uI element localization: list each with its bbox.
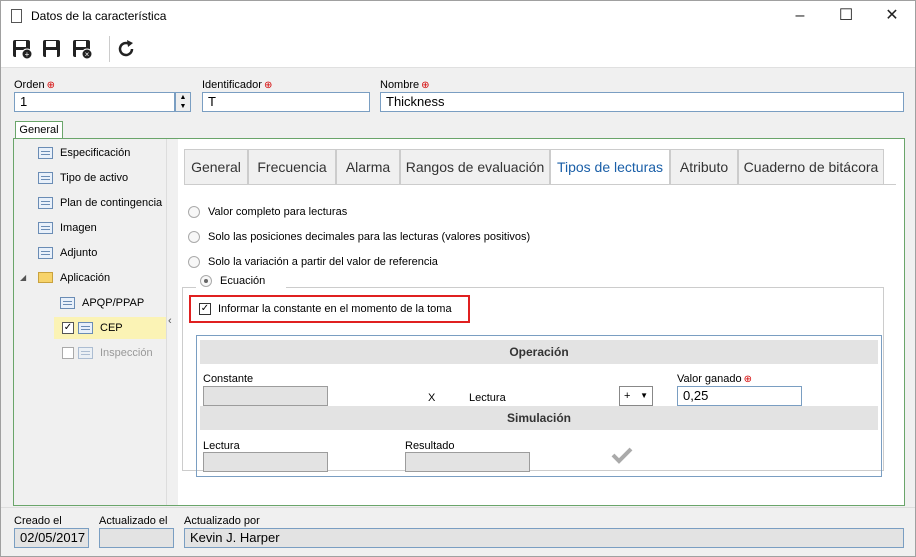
required-icon: ⊕ [263, 80, 273, 91]
checkbox-checked-icon[interactable]: ✓ [199, 303, 211, 315]
document-icon [38, 147, 53, 159]
tab-atributo[interactable]: Atributo [670, 149, 738, 185]
save-close-icon[interactable]: × [71, 38, 93, 60]
sim-lectura-label: Lectura [203, 440, 240, 452]
document-icon [60, 297, 75, 309]
minimize-button[interactable]: – [777, 1, 823, 31]
tree-nav: Especificación Tipo de activo Plan de co… [14, 139, 166, 505]
document-icon [78, 347, 93, 359]
content-area: General Frecuencia Alarma Rangos de eval… [178, 139, 904, 505]
tree-item-inspeccion[interactable]: Inspección [62, 342, 166, 364]
identificador-label: Identificador ⊕ [202, 79, 273, 91]
informar-constante-label: Informar la constante en el momento de l… [218, 303, 452, 315]
svg-text:+: + [25, 50, 30, 59]
required-icon: ⊕ [421, 80, 430, 91]
tab-general[interactable]: General [184, 149, 248, 185]
title-bar: Datos de la característica – ☐ ✕ [1, 1, 915, 31]
tree-item-adjunto[interactable]: Adjunto [38, 242, 166, 264]
radio-icon[interactable] [188, 206, 200, 218]
constante-label: Constante [203, 373, 254, 385]
chevron-left-icon[interactable]: ‹ [168, 315, 172, 327]
chevron-down-icon: ▼ [640, 391, 648, 400]
sim-lectura-input[interactable] [203, 452, 328, 472]
nombre-input[interactable]: Thickness [380, 92, 904, 112]
tab-divider [184, 184, 896, 185]
actualizado-input[interactable] [99, 528, 174, 548]
required-icon: ⊕ [46, 80, 55, 91]
actualizado-label: Actualizado el [99, 515, 168, 527]
multiply-label: X [428, 392, 436, 404]
resultado-label: Resultado [405, 440, 455, 452]
radio-selected-icon[interactable] [200, 275, 212, 287]
maximize-button[interactable]: ☐ [823, 1, 869, 31]
save-new-icon[interactable]: + [11, 38, 33, 60]
collapse-panel-handle[interactable]: ‹ [166, 139, 178, 505]
actualizado-por-label: Actualizado por [184, 515, 260, 527]
lectura-label: Lectura [469, 392, 506, 404]
collapse-arrow-icon[interactable]: ◢ [20, 267, 26, 289]
document-icon [38, 222, 53, 234]
orden-stepper[interactable]: ▲ ▼ [175, 92, 191, 112]
tree-item-apqp[interactable]: APQP/PPAP [60, 292, 166, 314]
checkbox-checked-icon[interactable]: ✓ [62, 322, 74, 334]
radio-icon[interactable] [188, 231, 200, 243]
resultado-input[interactable] [405, 452, 530, 472]
svg-text:×: × [85, 50, 90, 59]
tree-item-tipo-activo[interactable]: Tipo de activo [38, 167, 166, 189]
tree-item-plan-contingencia[interactable]: Plan de contingencia [38, 192, 166, 214]
tab-general-outer[interactable]: General [15, 121, 63, 139]
radio-icon[interactable] [188, 256, 200, 268]
tree-item-cep[interactable]: ✓ CEP [54, 317, 166, 339]
checkmark-icon[interactable] [611, 446, 633, 464]
operator-select[interactable]: + ▼ [619, 386, 653, 406]
document-icon [78, 322, 93, 334]
valor-ganado-label: Valor ganado ⊕ [677, 373, 753, 385]
tab-tipos-lecturas[interactable]: Tipos de lecturas [550, 149, 670, 185]
constante-input[interactable] [203, 386, 328, 406]
tree-item-aplicacion[interactable]: ◢ Aplicación [20, 267, 166, 289]
toolbar: + × [1, 32, 915, 66]
identificador-input[interactable]: T [202, 92, 370, 112]
close-button[interactable]: ✕ [869, 1, 915, 31]
tab-cuaderno[interactable]: Cuaderno de bitácora [738, 149, 884, 185]
actualizado-por-input[interactable]: Kevin J. Harper [184, 528, 904, 548]
required-icon: ⊕ [743, 374, 753, 385]
refresh-icon[interactable] [115, 38, 137, 60]
simulacion-header: Simulación [200, 406, 878, 430]
header-fields: Orden ⊕ 1 ▲ ▼ Identificador ⊕ T Nombre ⊕ Thi… [1, 67, 915, 121]
general-panel: Especificación Tipo de activo Plan de co… [13, 138, 905, 506]
orden-label: Orden ⊕ [14, 79, 55, 91]
informar-constante-highlight: ✓ Informar la constante en el momento de… [189, 295, 470, 323]
tree-item-especificacion[interactable]: Especificación [38, 142, 166, 164]
document-icon [38, 247, 53, 259]
window-title: Datos de la característica [31, 9, 167, 23]
tab-rangos[interactable]: Rangos de evaluación [400, 149, 550, 185]
tree-item-imagen[interactable]: Imagen [38, 217, 166, 239]
radio-ecuacion[interactable]: Ecuación [196, 272, 286, 290]
orden-input[interactable]: 1 [14, 92, 175, 112]
toolbar-separator [109, 36, 110, 62]
operacion-header: Operación [200, 340, 878, 364]
tab-frecuencia[interactable]: Frecuencia [248, 149, 336, 185]
window: Datos de la característica – ☐ ✕ + × Ord… [0, 0, 916, 557]
checkbox-icon[interactable] [62, 347, 74, 359]
chevron-up-icon[interactable]: ▲ [176, 93, 190, 102]
tab-alarma[interactable]: Alarma [336, 149, 400, 185]
valor-ganado-input[interactable]: 0,25 [677, 386, 802, 406]
document-icon [38, 172, 53, 184]
document-icon [38, 197, 53, 209]
footer-fields: Creado el 02/05/2017 Actualizado el Actu… [1, 507, 915, 556]
nombre-label: Nombre ⊕ [380, 79, 430, 91]
document-icon [11, 9, 22, 23]
body-area: General Especificación Tipo de activo Pl… [1, 121, 915, 507]
chevron-down-icon[interactable]: ▼ [176, 102, 190, 111]
save-icon[interactable] [41, 38, 63, 60]
creado-label: Creado el [14, 515, 62, 527]
operacion-box: Operación Constante X Lectura + ▼ Valor g… [196, 335, 882, 477]
folder-open-icon [38, 272, 53, 283]
creado-input[interactable]: 02/05/2017 [14, 528, 89, 548]
